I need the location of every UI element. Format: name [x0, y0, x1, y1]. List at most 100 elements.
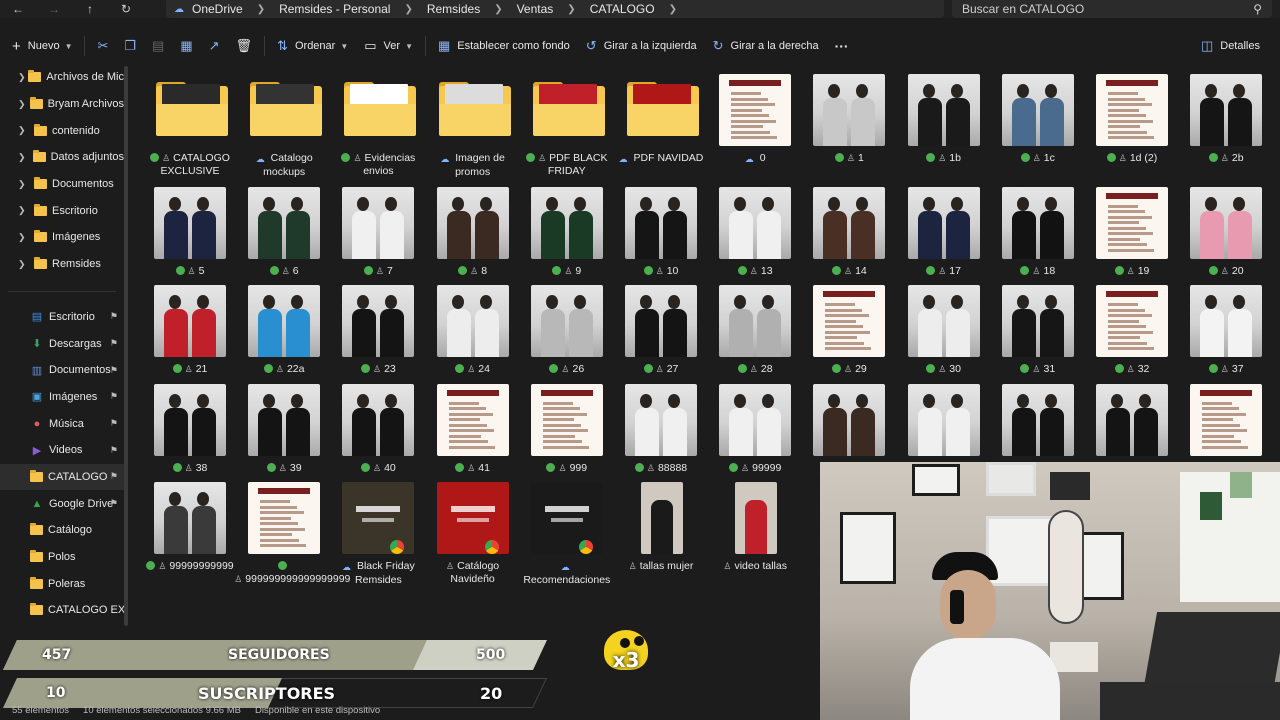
address-bar[interactable]: ☁ OneDrive ❯ Remsides - Personal ❯ Remsides ❯… — [166, 0, 944, 18]
chevron-right-icon[interactable]: ❯ — [18, 205, 34, 216]
delete-button[interactable]: 🗑 — [228, 31, 261, 61]
folder-item[interactable]: ☁ PDF NAVIDAD — [609, 64, 703, 174]
file-item[interactable]: ♙ 27 — [609, 275, 701, 385]
file-item[interactable]: ♙ 32 — [1080, 275, 1172, 385]
sort-button[interactable]: ⇅ Ordenar ▼ — [269, 31, 356, 61]
breadcrumb-item[interactable]: CATALOGO — [590, 2, 655, 16]
chevron-right-icon[interactable]: ❯ — [18, 72, 28, 83]
file-item[interactable]: ♙ 17 — [892, 177, 984, 287]
file-item[interactable]: ♙ 99999 — [703, 374, 795, 484]
quick-access-item[interactable]: CATALOGO EXCL — [0, 597, 124, 624]
quick-access-item[interactable]: ▤ Escritorio ⚑ — [0, 304, 124, 331]
file-item[interactable]: ♙ 19 — [1080, 177, 1172, 287]
breadcrumb-item[interactable]: Ventas — [517, 2, 554, 16]
breadcrumb-item[interactable]: Remsides — [427, 2, 480, 16]
file-item[interactable]: ♙ 31 — [986, 275, 1078, 385]
file-item[interactable]: ♙ 13 — [703, 177, 795, 287]
up-button[interactable]: ↑ — [72, 0, 108, 18]
folder-item[interactable]: ♙ CATALOGO EXCLUSIVE — [138, 64, 230, 177]
file-item[interactable]: ♙ 10 — [609, 177, 701, 287]
file-item[interactable]: ♙ 999999999999999999 — [232, 472, 350, 585]
sidebar-tree-item[interactable]: ❯ Imágenes — [0, 224, 124, 251]
file-item[interactable]: ♙ 88888 — [609, 374, 701, 484]
sidebar-tree-item[interactable]: ❯ Remsides — [0, 251, 124, 278]
file-item[interactable]: ♙ 18 — [986, 177, 1078, 287]
sidebar-tree-item[interactable]: ❯ Archivos de Mic — [0, 64, 124, 91]
file-item[interactable]: ♙ 8 — [421, 177, 513, 287]
more-options-button[interactable]: ··· — [827, 31, 857, 61]
file-item[interactable]: ♙ 1c — [986, 64, 1078, 174]
file-item[interactable]: ♙ 1 — [797, 64, 889, 174]
file-item[interactable]: ♙ 29 — [797, 275, 889, 385]
back-button[interactable]: ← — [0, 0, 36, 18]
folder-item[interactable]: ☁ Catalogo mockups — [232, 64, 324, 178]
folder-item[interactable]: ♙ Evidencias envios — [326, 64, 418, 177]
file-item[interactable]: ☁ 0 — [703, 64, 795, 174]
refresh-button[interactable]: ↻ — [108, 0, 144, 18]
new-button[interactable]: + Nuevo ▼ — [0, 31, 80, 61]
quick-access-item[interactable]: Polos — [0, 544, 124, 571]
quick-access-item[interactable]: CATALOGO ⚑ — [0, 463, 124, 491]
sidebar-tree-item[interactable]: ❯ Escritorio — [0, 197, 124, 224]
cut-button[interactable]: ✂ — [89, 31, 116, 61]
file-item[interactable]: ♙ 14 — [797, 177, 889, 287]
file-item[interactable]: ♙ 6 — [232, 177, 324, 287]
folder-item[interactable]: ♙ PDF BLACK FRIDAY — [515, 64, 608, 177]
pin-icon[interactable]: ⚑ — [110, 445, 118, 456]
chevron-right-icon[interactable]: ❯ — [257, 4, 265, 15]
pin-icon[interactable]: ⚑ — [110, 471, 118, 482]
file-item[interactable]: ♙ 20 — [1174, 177, 1266, 287]
set-background-button[interactable]: ▦ Establecer como fondo — [430, 31, 578, 61]
quick-access-item[interactable]: ▥ Documentos ⚑ — [0, 357, 124, 384]
file-item[interactable]: ♙ 24 — [421, 275, 513, 385]
file-item[interactable]: ♙ 999 — [515, 374, 607, 484]
file-item[interactable]: ♙ 2b — [1174, 64, 1266, 174]
quick-access-item[interactable]: Poleras — [0, 570, 124, 597]
file-item[interactable]: ♙ 1b — [892, 64, 984, 174]
chevron-right-icon[interactable]: ❯ — [669, 4, 677, 15]
file-item[interactable]: ♙ 26 — [515, 275, 607, 385]
sidebar-tree-item[interactable]: ❯ Datos adjuntos — [0, 144, 124, 171]
pin-icon[interactable]: ⚑ — [110, 338, 118, 349]
sidebar-tree-item[interactable]: ❯ contenido — [0, 117, 124, 144]
sidebar-scrollbar[interactable] — [124, 66, 128, 626]
pin-icon[interactable]: ⚑ — [110, 365, 118, 376]
chevron-right-icon[interactable]: ❯ — [18, 179, 34, 190]
chevron-right-icon[interactable]: ❯ — [494, 4, 502, 15]
chevron-right-icon[interactable]: ❯ — [567, 4, 575, 15]
chevron-right-icon[interactable]: ❯ — [18, 125, 34, 136]
file-item[interactable]: ☁ Recomendaciones — [515, 472, 610, 586]
file-item[interactable]: ☁ Black Friday Remsides — [326, 472, 418, 586]
rotate-right-button[interactable]: ↻ Girar a la derecha — [705, 31, 827, 61]
quick-access-item[interactable]: ▣ Imágenes ⚑ — [0, 384, 124, 411]
breadcrumb-item[interactable]: Remsides - Personal — [279, 2, 390, 16]
quick-access-item[interactable]: Catálogo — [0, 517, 124, 544]
chevron-right-icon[interactable]: ❯ — [18, 99, 30, 110]
share-button[interactable]: ↗ — [201, 31, 228, 61]
quick-access-item[interactable]: ▲ Google Drive ⚑ — [0, 490, 124, 517]
chevron-right-icon[interactable]: ❯ — [18, 259, 34, 270]
quick-access-item[interactable]: ▶ Videos ⚑ — [0, 437, 124, 464]
file-item[interactable]: ♙ 41 — [421, 374, 513, 484]
pin-icon[interactable]: ⚑ — [110, 418, 118, 429]
file-item[interactable]: ♙ 22a — [232, 275, 324, 385]
file-item[interactable]: ♙ 1d (2) — [1080, 64, 1172, 174]
chevron-right-icon[interactable]: ❯ — [404, 4, 412, 15]
file-item[interactable]: ♙ 9 — [515, 177, 607, 287]
file-item[interactable]: ♙ 37 — [1174, 275, 1266, 385]
file-item[interactable]: ♙ 99999999999 — [138, 472, 234, 582]
rename-button[interactable]: ▦ — [172, 31, 200, 61]
quick-access-item[interactable]: ● Música ⚑ — [0, 410, 124, 437]
file-item[interactable]: ♙ 40 — [326, 374, 418, 484]
folder-item[interactable]: ☁ Imagen de promos — [421, 64, 513, 178]
quick-access-item[interactable]: ⬇ Descargas ⚑ — [0, 330, 124, 357]
sidebar-tree-item[interactable]: ❯ Bryam Archivos — [0, 91, 124, 118]
file-item[interactable]: ♙ 30 — [892, 275, 984, 385]
copy-button[interactable]: ❐ — [116, 31, 144, 61]
search-input[interactable]: Buscar en CATALOGO ⚲ — [952, 0, 1272, 18]
chevron-right-icon[interactable]: ❯ — [18, 232, 34, 243]
pin-icon[interactable]: ⚑ — [110, 498, 118, 509]
breadcrumb-item[interactable]: OneDrive — [192, 2, 243, 16]
forward-button[interactable]: → — [36, 0, 72, 18]
file-item[interactable]: ♙ 21 — [138, 275, 230, 385]
